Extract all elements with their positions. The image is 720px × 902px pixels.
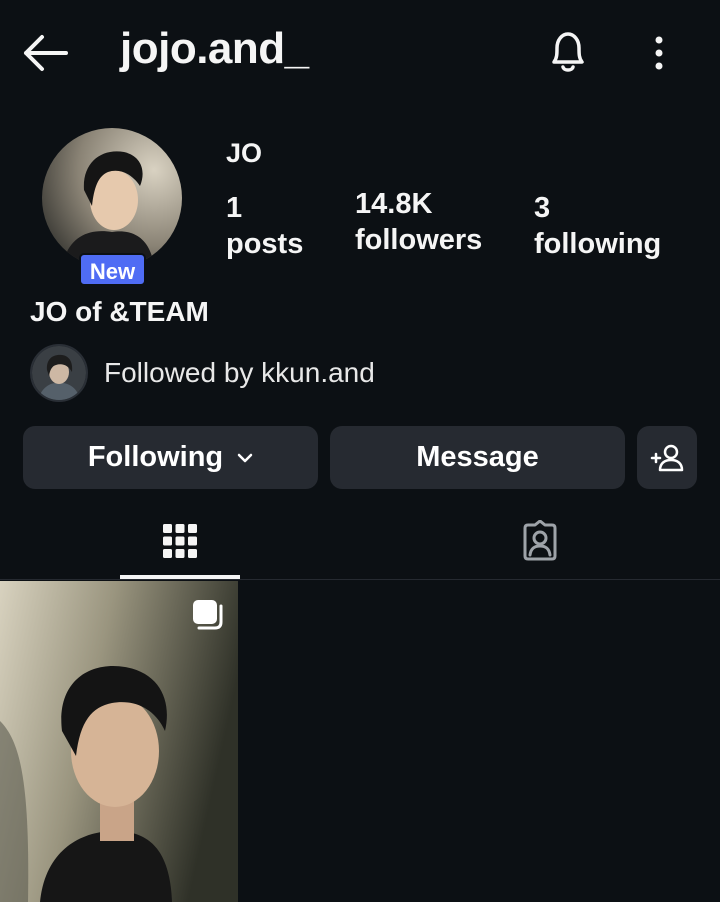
profile-avatar-container [42, 128, 182, 268]
stat-posts[interactable]: 1 posts [226, 190, 303, 262]
followed-by-row[interactable]: Followed by kkun.and [30, 344, 375, 402]
posts-count: 1 [226, 192, 243, 224]
profile-username: jojo.and_ [120, 24, 309, 73]
profile-avatar[interactable] [42, 128, 182, 268]
following-label: following [534, 228, 662, 260]
grid-icon [163, 524, 197, 558]
arrow-left-icon [24, 35, 68, 71]
suggest-people-button[interactable] [637, 426, 697, 489]
following-button[interactable]: Following [23, 426, 318, 489]
followed-by-text: Followed by kkun.and [104, 357, 375, 388]
bell-icon [552, 32, 584, 72]
profile-bio: JO of &TEAM [30, 296, 209, 327]
more-vertical-icon [655, 36, 663, 70]
chevron-down-icon [237, 453, 253, 462]
profile-screen: jojo.and_ New JO 1 posts 14.8K followers… [0, 0, 720, 902]
following-count: 3 [534, 192, 551, 224]
more-options-button[interactable] [644, 30, 674, 76]
message-button[interactable]: Message [330, 426, 625, 489]
add-person-icon [650, 444, 684, 471]
tab-grid[interactable] [120, 503, 240, 579]
message-button-label: Message [416, 441, 539, 473]
following-button-label: Following [87, 441, 224, 473]
multiple-media-icon [193, 600, 223, 630]
back-button[interactable] [20, 30, 70, 76]
stat-following[interactable]: 3 following [534, 190, 661, 262]
follower-avatar [30, 344, 88, 402]
new-badge: New [79, 253, 146, 286]
tab-tagged[interactable] [480, 503, 600, 579]
posts-label: posts [226, 228, 304, 260]
followers-label: followers [355, 224, 483, 256]
followers-count: 14.8K [355, 188, 433, 220]
notifications-button[interactable] [544, 26, 592, 78]
tab-divider [0, 579, 720, 580]
tagged-person-icon [523, 520, 557, 561]
post-thumbnail[interactable] [0, 581, 238, 902]
stat-followers[interactable]: 14.8K followers [355, 186, 482, 258]
display-name: JO [226, 138, 263, 168]
